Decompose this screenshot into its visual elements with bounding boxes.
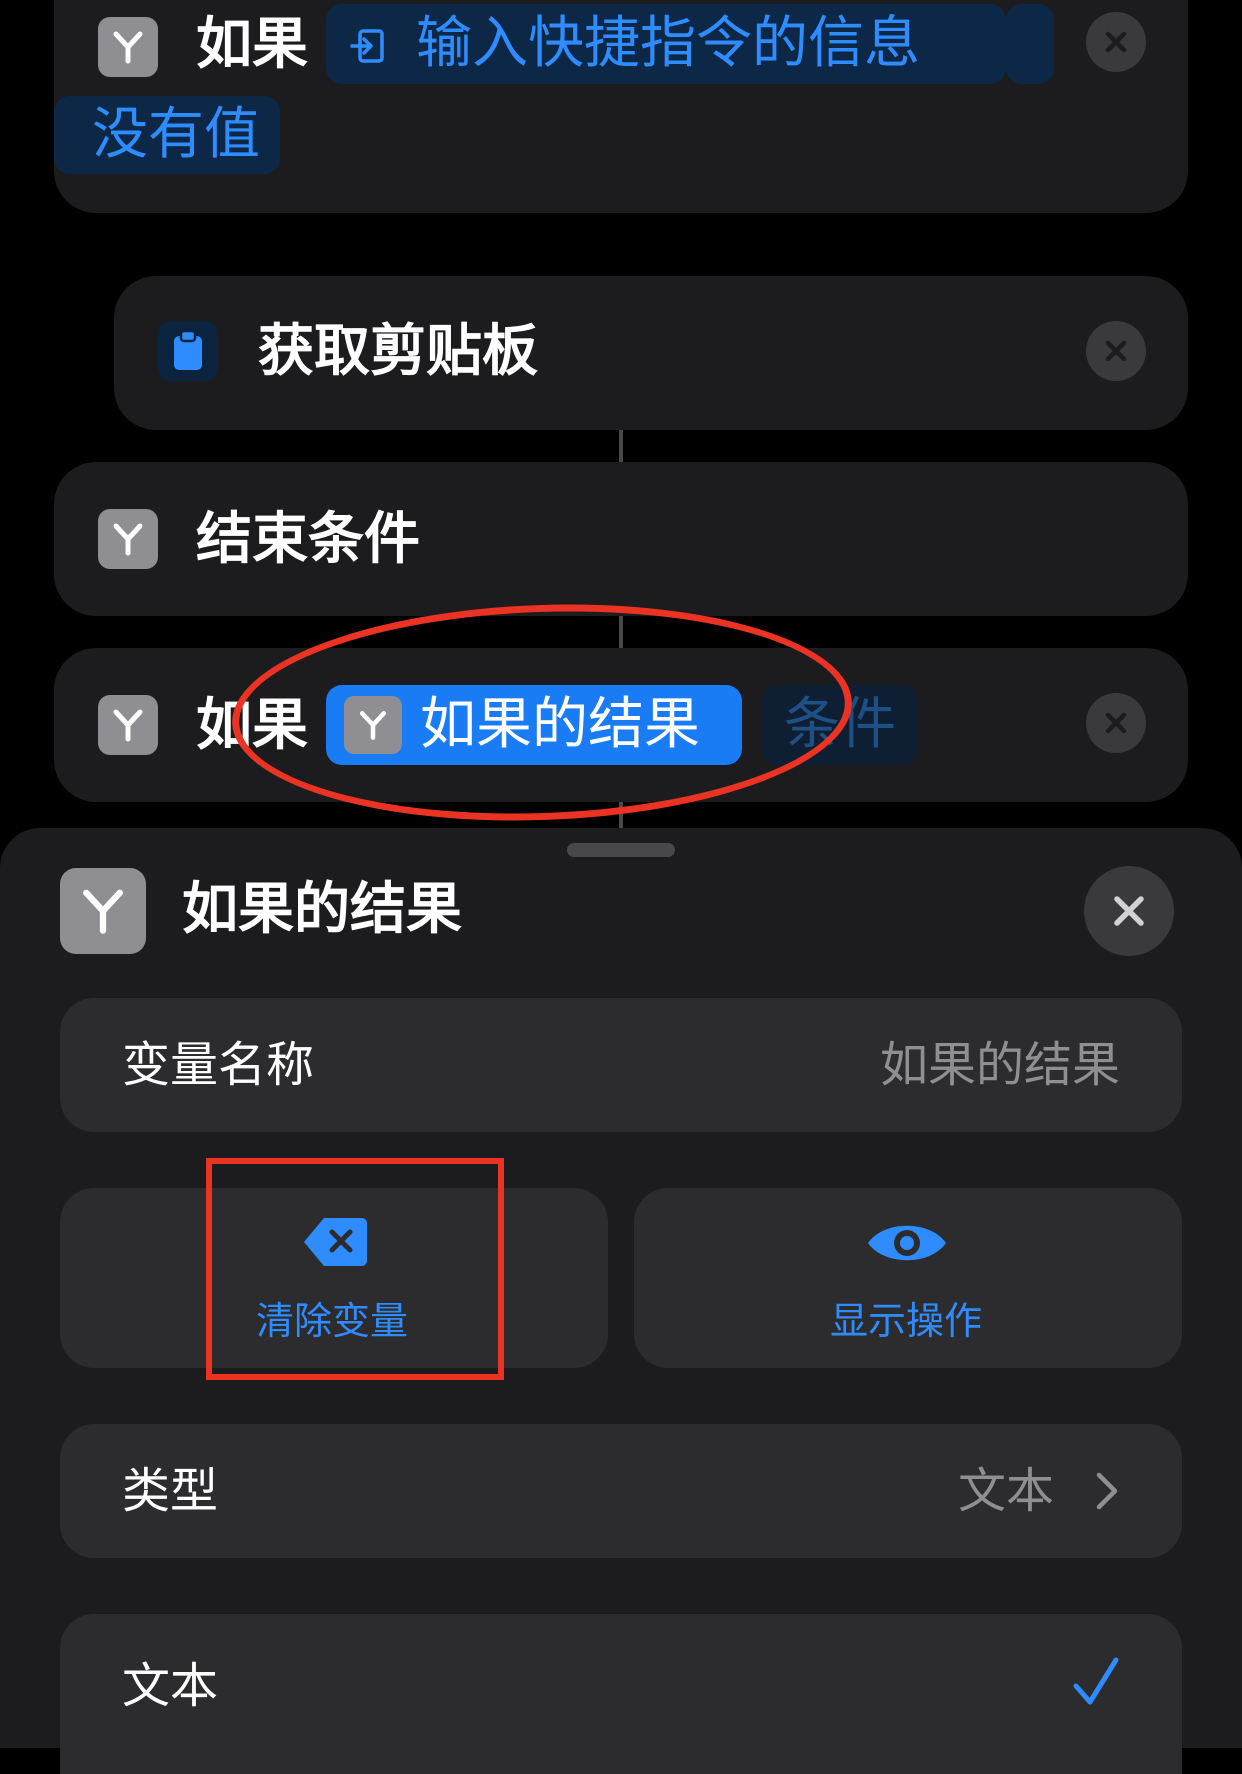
if-keyword: 如果 xyxy=(196,12,308,77)
remove-action-button[interactable] xyxy=(1086,12,1146,72)
shortcut-input-label: 输入快捷指令的信息 xyxy=(416,11,920,76)
end-if-title: 结束条件 xyxy=(196,507,420,572)
if-branch-icon xyxy=(344,696,402,754)
variable-name-label: 变量名称 xyxy=(122,1037,315,1093)
flow-connector xyxy=(619,802,623,828)
shortcut-input-token[interactable]: 输入快捷指令的信息 xyxy=(326,4,1006,84)
remove-action-button[interactable] xyxy=(1086,321,1146,381)
clipboard-icon xyxy=(158,321,218,381)
type-option-text[interactable]: 文本 xyxy=(60,1614,1182,1774)
get-clipboard-title: 获取剪贴板 xyxy=(258,319,538,384)
get-clipboard-card[interactable]: 获取剪贴板 xyxy=(114,276,1188,430)
eye-icon xyxy=(866,1218,948,1268)
variable-name-row[interactable]: 变量名称 如果的结果 xyxy=(60,998,1182,1132)
condition-token[interactable]: 没有值 xyxy=(54,96,280,174)
shortcut-input-icon xyxy=(346,22,390,66)
condition-label: 没有值 xyxy=(92,102,260,167)
condition-placeholder: 条件 xyxy=(784,692,896,757)
sheet-title: 如果的结果 xyxy=(182,877,462,942)
if-result-variable-token[interactable]: 如果的结果 xyxy=(326,685,742,765)
remove-action-button[interactable] xyxy=(1086,693,1146,753)
if-action-card[interactable]: 如果 输入快捷指令的信息 没有值 xyxy=(54,0,1188,213)
type-row[interactable]: 类型 文本 xyxy=(60,1424,1182,1558)
flow-connector xyxy=(619,430,623,462)
end-if-card[interactable]: 结束条件 xyxy=(54,462,1188,616)
if-branch-icon xyxy=(98,509,158,569)
if-keyword: 如果 xyxy=(196,693,308,758)
checkmark-icon xyxy=(1072,1656,1120,1708)
sheet-grabber[interactable] xyxy=(567,843,675,857)
if-action-card-2[interactable]: 如果 如果的结果 条件 xyxy=(54,648,1188,802)
if-branch-icon xyxy=(98,17,158,77)
show-action-label: 显示操作 xyxy=(830,1299,983,1343)
clear-variable-label: 清除变量 xyxy=(256,1299,409,1343)
chevron-right-icon xyxy=(1094,1470,1120,1512)
clear-variable-button[interactable]: 清除变量 xyxy=(60,1188,608,1368)
delete-backward-icon xyxy=(302,1216,368,1268)
close-sheet-button[interactable] xyxy=(1084,866,1174,956)
flow-connector xyxy=(619,616,623,648)
type-option-text-label: 文本 xyxy=(122,1658,219,1714)
if-result-variable-label: 如果的结果 xyxy=(420,692,700,757)
if-branch-icon xyxy=(60,868,146,954)
show-action-button[interactable]: 显示操作 xyxy=(634,1188,1182,1368)
if-branch-icon xyxy=(98,695,158,755)
variable-name-value[interactable]: 如果的结果 xyxy=(880,1041,1120,1089)
condition-token[interactable]: 条件 xyxy=(762,685,918,765)
operator-token-faded[interactable] xyxy=(1006,4,1054,84)
type-label: 类型 xyxy=(122,1463,219,1519)
type-value: 文本 xyxy=(957,1463,1054,1519)
